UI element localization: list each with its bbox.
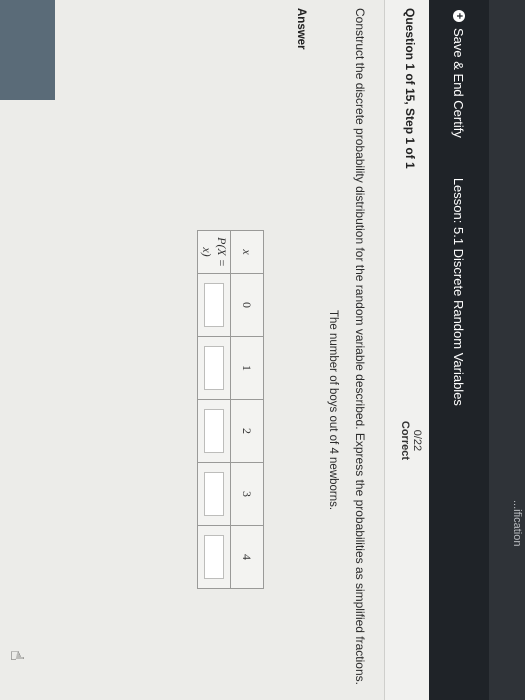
probability-cell xyxy=(197,399,231,463)
decorative-corner xyxy=(0,0,55,100)
save-end-label: Save & End Certify xyxy=(451,28,467,138)
save-end-certify-button[interactable]: + Save & End Certify xyxy=(452,10,467,138)
row-header-probability: P(X = x) xyxy=(197,230,231,274)
score-value: 0/22 xyxy=(411,429,423,452)
question-header: Question 1 of 15, Step 1 of 1 0/22 Corre… xyxy=(384,0,429,700)
lesson-toolbar: + Save & End Certify Lesson: 5.1 Discret… xyxy=(429,0,489,700)
plus-circle-icon: + xyxy=(453,10,465,22)
x-cell: 1 xyxy=(230,336,264,400)
question-description: The number of boys out of 4 newborns. xyxy=(327,310,339,511)
x-cell: 2 xyxy=(230,399,264,463)
probability-cell xyxy=(197,462,231,526)
table-row-x: x 0 1 2 3 4 xyxy=(230,230,264,589)
x-cell: 3 xyxy=(230,462,264,526)
probability-input[interactable] xyxy=(204,283,224,327)
partial-title: ...ification xyxy=(511,500,523,547)
probability-cell xyxy=(197,336,231,400)
x-cell: 0 xyxy=(230,273,264,337)
probability-table: x 0 1 2 3 4 P(X = x) xyxy=(197,230,264,589)
probability-input[interactable] xyxy=(204,535,224,579)
hand-pointer-icon: ☝ xyxy=(7,650,27,661)
score-box: 0/22 Correct xyxy=(399,421,423,460)
score-status: Correct xyxy=(399,420,411,460)
question-label: Question 1 of 15, Step 1 of 1 xyxy=(403,8,417,169)
table-row-probability: P(X = x) xyxy=(197,230,231,589)
x-cell: 4 xyxy=(230,525,264,589)
probability-input[interactable] xyxy=(204,346,224,390)
lesson-title: Lesson: 5.1 Discrete Random Variables xyxy=(451,177,467,406)
probability-input[interactable] xyxy=(204,409,224,453)
probability-input[interactable] xyxy=(204,472,224,516)
top-bar: ...ification xyxy=(489,0,525,700)
probability-cell xyxy=(197,273,231,337)
main-content: Question 1 of 15, Step 1 of 1 0/22 Corre… xyxy=(0,0,429,700)
probability-cell xyxy=(197,525,231,589)
row-header-x: x xyxy=(230,230,264,274)
browser-screen: ...ification + Save & End Certify Lesson… xyxy=(0,0,525,700)
answer-label: Answer xyxy=(295,8,307,50)
question-instruction: Construct the discrete probability distr… xyxy=(353,8,367,685)
